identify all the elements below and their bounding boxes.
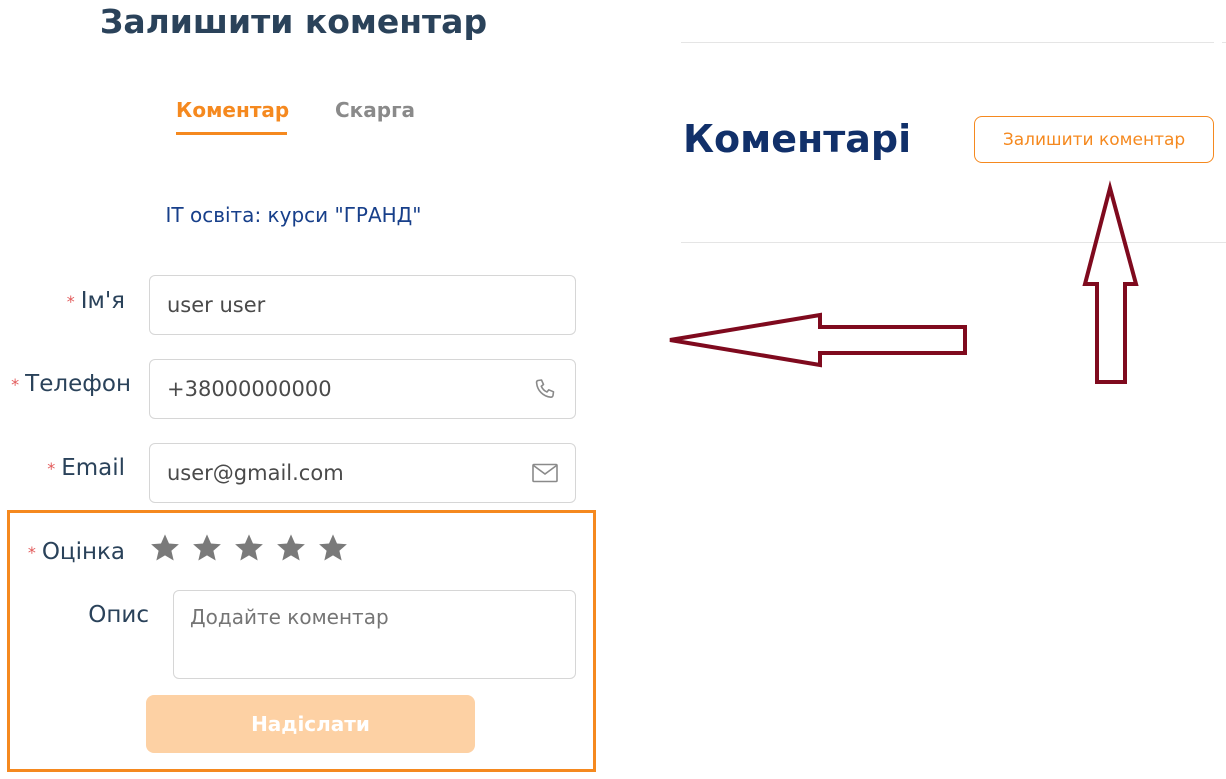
name-field[interactable]	[149, 275, 576, 335]
tab-complaint[interactable]: Скарга	[335, 98, 415, 122]
required-mark: *	[11, 375, 20, 394]
comments-title: Коментарі	[683, 117, 912, 161]
left-arrow-annotation	[669, 312, 967, 368]
divider	[1222, 42, 1226, 43]
mail-icon	[532, 460, 558, 486]
modal-title: Залишити коментар	[99, 2, 488, 41]
required-mark: *	[47, 459, 56, 478]
required-mark: *	[66, 292, 75, 311]
up-arrow-annotation	[1082, 180, 1139, 384]
phone-icon	[532, 376, 558, 402]
divider	[681, 42, 1214, 43]
email-input[interactable]	[167, 461, 532, 485]
phone-input[interactable]	[167, 377, 532, 401]
course-name: IT освіта: курси "ГРАНД"	[165, 203, 422, 227]
leave-comment-button[interactable]: Залишити коментар	[974, 116, 1214, 163]
phone-field[interactable]	[149, 359, 576, 419]
name-label: * Ім'я	[66, 288, 125, 314]
tab-comment[interactable]: Коментар	[176, 98, 289, 135]
email-label: * Email	[47, 455, 125, 481]
name-input[interactable]	[167, 293, 558, 317]
email-field[interactable]	[149, 443, 576, 503]
highlight-box	[7, 510, 596, 772]
phone-label: * Телефон	[11, 371, 131, 397]
